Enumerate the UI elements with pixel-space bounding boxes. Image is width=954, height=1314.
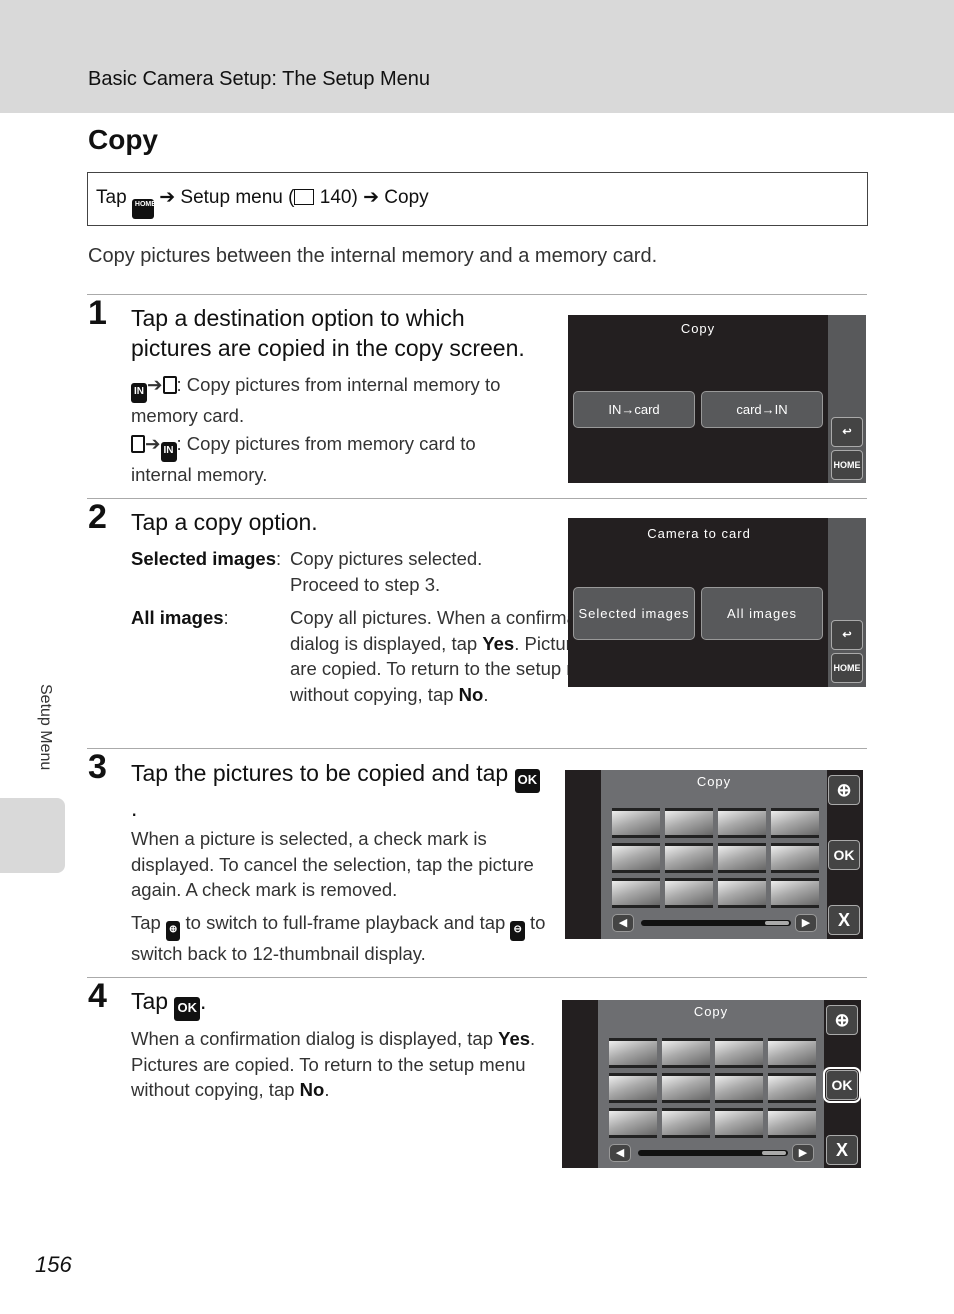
nav-setup-menu: Setup menu ( (180, 187, 295, 208)
selected-images-button[interactable]: Selected images (573, 587, 695, 640)
camera-screen: Copy ◀ ▶ ⊕ OK X (565, 770, 863, 939)
scrollbar[interactable] (641, 920, 791, 926)
arrow-icon: ➔ (159, 187, 176, 208)
zoom-out-icon: ⊖ (510, 921, 525, 941)
home-button[interactable]: HOME (831, 653, 863, 683)
screen-title: Camera to card (647, 526, 751, 541)
ok-icon: OK (514, 769, 541, 793)
back-button[interactable]: ↩ (831, 620, 863, 650)
page-number: 156 (35, 1252, 72, 1277)
internal-memory-icon: IN (160, 442, 177, 462)
option-label: Selected images (131, 548, 276, 569)
option-label: All images (131, 607, 224, 628)
step-text: When a picture is selected, a check mark… (131, 828, 534, 900)
screen-title: Copy (696, 774, 732, 789)
nav-ref: 140) (319, 187, 358, 208)
close-button[interactable]: X (828, 905, 860, 935)
divider (87, 498, 867, 499)
thumbnail-grid (609, 1038, 816, 1138)
ok-icon: OK (174, 997, 200, 1021)
divider (87, 748, 867, 749)
thumbnail[interactable] (771, 843, 819, 873)
step-heading: Tap a copy option. (131, 509, 318, 535)
thumbnail[interactable] (609, 1038, 657, 1068)
screen-title: Copy (693, 1004, 729, 1019)
screen-title: Copy (680, 321, 716, 336)
zoom-in-button[interactable]: ⊕ (828, 775, 860, 805)
nav-copy: Copy (384, 187, 429, 208)
thumbnail[interactable] (662, 1108, 710, 1138)
page-header: Basic Camera Setup: The Setup Menu (0, 0, 954, 113)
thumbnail[interactable] (665, 808, 713, 838)
thumbnail[interactable] (771, 878, 819, 908)
back-button[interactable]: ↩ (831, 417, 863, 447)
prev-button[interactable]: ◀ (612, 914, 634, 932)
camera-screen: Copy ◀ ▶ ⊕ OK X (562, 1000, 861, 1168)
memory-card-icon (162, 376, 177, 394)
thumbnail[interactable] (662, 1038, 710, 1068)
ok-button[interactable]: OK (828, 840, 860, 870)
internal-memory-icon: IN (131, 383, 147, 403)
nav-tap: Tap (96, 187, 127, 208)
next-button[interactable]: ▶ (792, 1144, 814, 1162)
home-icon: HOME (131, 199, 156, 219)
arrow-icon: ➔ (363, 187, 379, 208)
thumbnail[interactable] (771, 808, 819, 838)
zoom-in-icon: ⊕ (165, 921, 181, 941)
thumbnail[interactable] (612, 843, 660, 873)
step-number: 4 (88, 977, 107, 1015)
section-title: Basic Camera Setup: The Setup Menu (88, 68, 431, 90)
thumbnail[interactable] (715, 1038, 763, 1068)
book-icon (294, 189, 315, 205)
description: Copy pictures between the internal memor… (88, 245, 658, 267)
thumbnail[interactable] (768, 1073, 816, 1103)
thumbnail[interactable] (715, 1108, 763, 1138)
thumbnail[interactable] (768, 1108, 816, 1138)
step-number: 1 (88, 294, 107, 332)
divider (87, 977, 867, 978)
step-text: When a confirmation dialog is displayed,… (131, 1028, 536, 1100)
thumbnail[interactable] (662, 1073, 710, 1103)
step-text: ➔ IN: Copy pictures from memory card to i… (131, 433, 476, 485)
thumbnail[interactable] (715, 1073, 763, 1103)
camera-screen: Camera to card Selected images All image… (568, 518, 866, 687)
ok-button[interactable]: OK (823, 1067, 861, 1103)
close-button[interactable]: X (826, 1135, 858, 1165)
thumbnail[interactable] (718, 878, 766, 908)
step-text: IN ➔: Copy pictures from internal memory … (131, 374, 501, 426)
prev-button[interactable]: ◀ (609, 1144, 631, 1162)
option-text: Copy pictures selected. Proceed to step … (290, 548, 483, 595)
step-heading: Tap the pictures to be copied and tap OK… (131, 758, 541, 823)
thumbnail[interactable] (665, 878, 713, 908)
step-number: 2 (88, 498, 107, 536)
step-text: Tap ⊕ to switch to full-frame playback a… (131, 912, 546, 964)
section-tab (0, 798, 65, 873)
thumbnail[interactable] (612, 808, 660, 838)
step-heading: Tap OK. (131, 986, 541, 1021)
side-section-label: Setup Menu (37, 684, 54, 771)
step-heading: Tap a destination option to which pictur… (131, 305, 525, 361)
navigation-path: Tap HOME ➔ Setup menu ( 140) ➔ Copy (87, 172, 868, 226)
step-number: 3 (88, 748, 107, 786)
memory-card-icon (131, 435, 145, 453)
thumbnail[interactable] (609, 1073, 657, 1103)
zoom-in-button[interactable]: ⊕ (826, 1005, 858, 1035)
thumbnail[interactable] (609, 1108, 657, 1138)
page-title: Copy (88, 124, 158, 155)
card-to-internal-button[interactable]: card→IN (701, 391, 823, 428)
home-button[interactable]: HOME (831, 450, 863, 480)
internal-to-card-button[interactable]: IN→card (573, 391, 695, 428)
thumbnail[interactable] (718, 808, 766, 838)
thumbnail[interactable] (612, 878, 660, 908)
thumbnail[interactable] (718, 843, 766, 873)
camera-screen: Copy IN→card card→IN ↩ HOME (568, 315, 866, 483)
thumbnail-grid (612, 808, 819, 908)
divider (87, 294, 867, 295)
all-images-button[interactable]: All images (701, 587, 823, 640)
thumbnail[interactable] (768, 1038, 816, 1068)
scrollbar[interactable] (638, 1150, 788, 1156)
next-button[interactable]: ▶ (795, 914, 817, 932)
thumbnail[interactable] (665, 843, 713, 873)
